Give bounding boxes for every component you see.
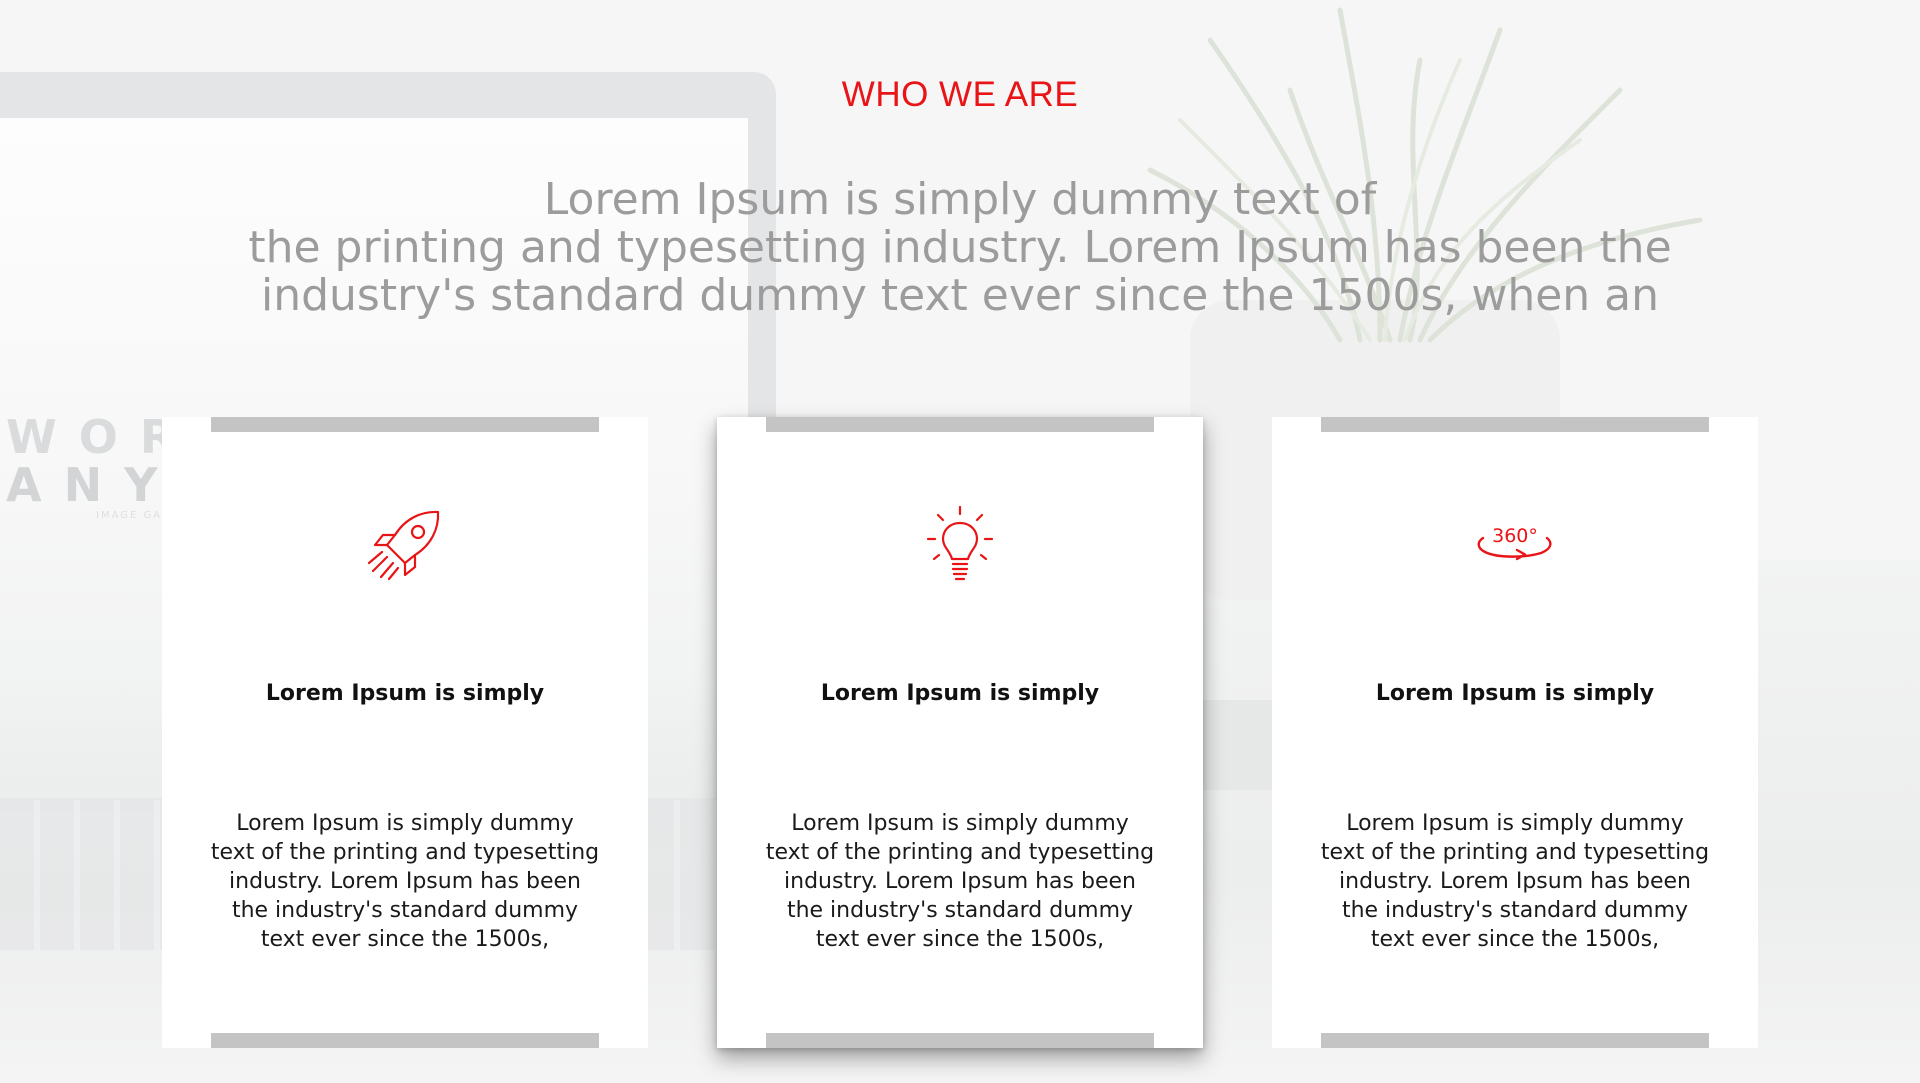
card-bottom-bar	[766, 1033, 1154, 1048]
lead-line: the printing and typesetting industry. L…	[248, 222, 1672, 273]
rotate-360-label: 360°	[1492, 525, 1538, 547]
lightbulb-icon	[926, 505, 994, 581]
card-bottom-bar	[1321, 1033, 1709, 1048]
feature-card-lightbulb[interactable]: Lorem Ipsum is simply Lorem Ipsum is sim…	[717, 417, 1203, 1048]
card-bottom-bar	[211, 1033, 599, 1048]
card-title: Lorem Ipsum is simply	[820, 681, 1100, 706]
card-description: Lorem Ipsum is simply dummy text of the …	[1320, 811, 1710, 952]
card-description: Lorem Ipsum is simply dummy text of the …	[210, 811, 600, 952]
card-top-bar	[211, 417, 599, 432]
section-lead: Lorem Ipsum is simply dummy text of the …	[190, 176, 1730, 320]
lead-line: industry's standard dummy text ever sinc…	[260, 270, 1660, 321]
feature-card-360[interactable]: 360° Lorem Ipsum is simply Lorem Ipsum i…	[1272, 417, 1758, 1048]
section-eyebrow: WHO WE ARE	[841, 75, 1079, 114]
card-description: Lorem Ipsum is simply dummy text of the …	[765, 811, 1155, 952]
card-title: Lorem Ipsum is simply	[265, 681, 545, 706]
card-title: Lorem Ipsum is simply	[1375, 681, 1655, 706]
page: WORKWARE ANYWHERE IMAGE GALLERY WHO WE A…	[0, 0, 1920, 1083]
card-top-bar	[1321, 417, 1709, 432]
card-top-bar	[766, 417, 1154, 432]
rocket-icon	[367, 510, 440, 581]
lead-line: Lorem Ipsum is simply dummy text of	[543, 174, 1377, 225]
feature-card-rocket[interactable]: Lorem Ipsum is simply Lorem Ipsum is sim…	[162, 417, 648, 1048]
rotate-360-icon: 360°	[1477, 525, 1552, 561]
